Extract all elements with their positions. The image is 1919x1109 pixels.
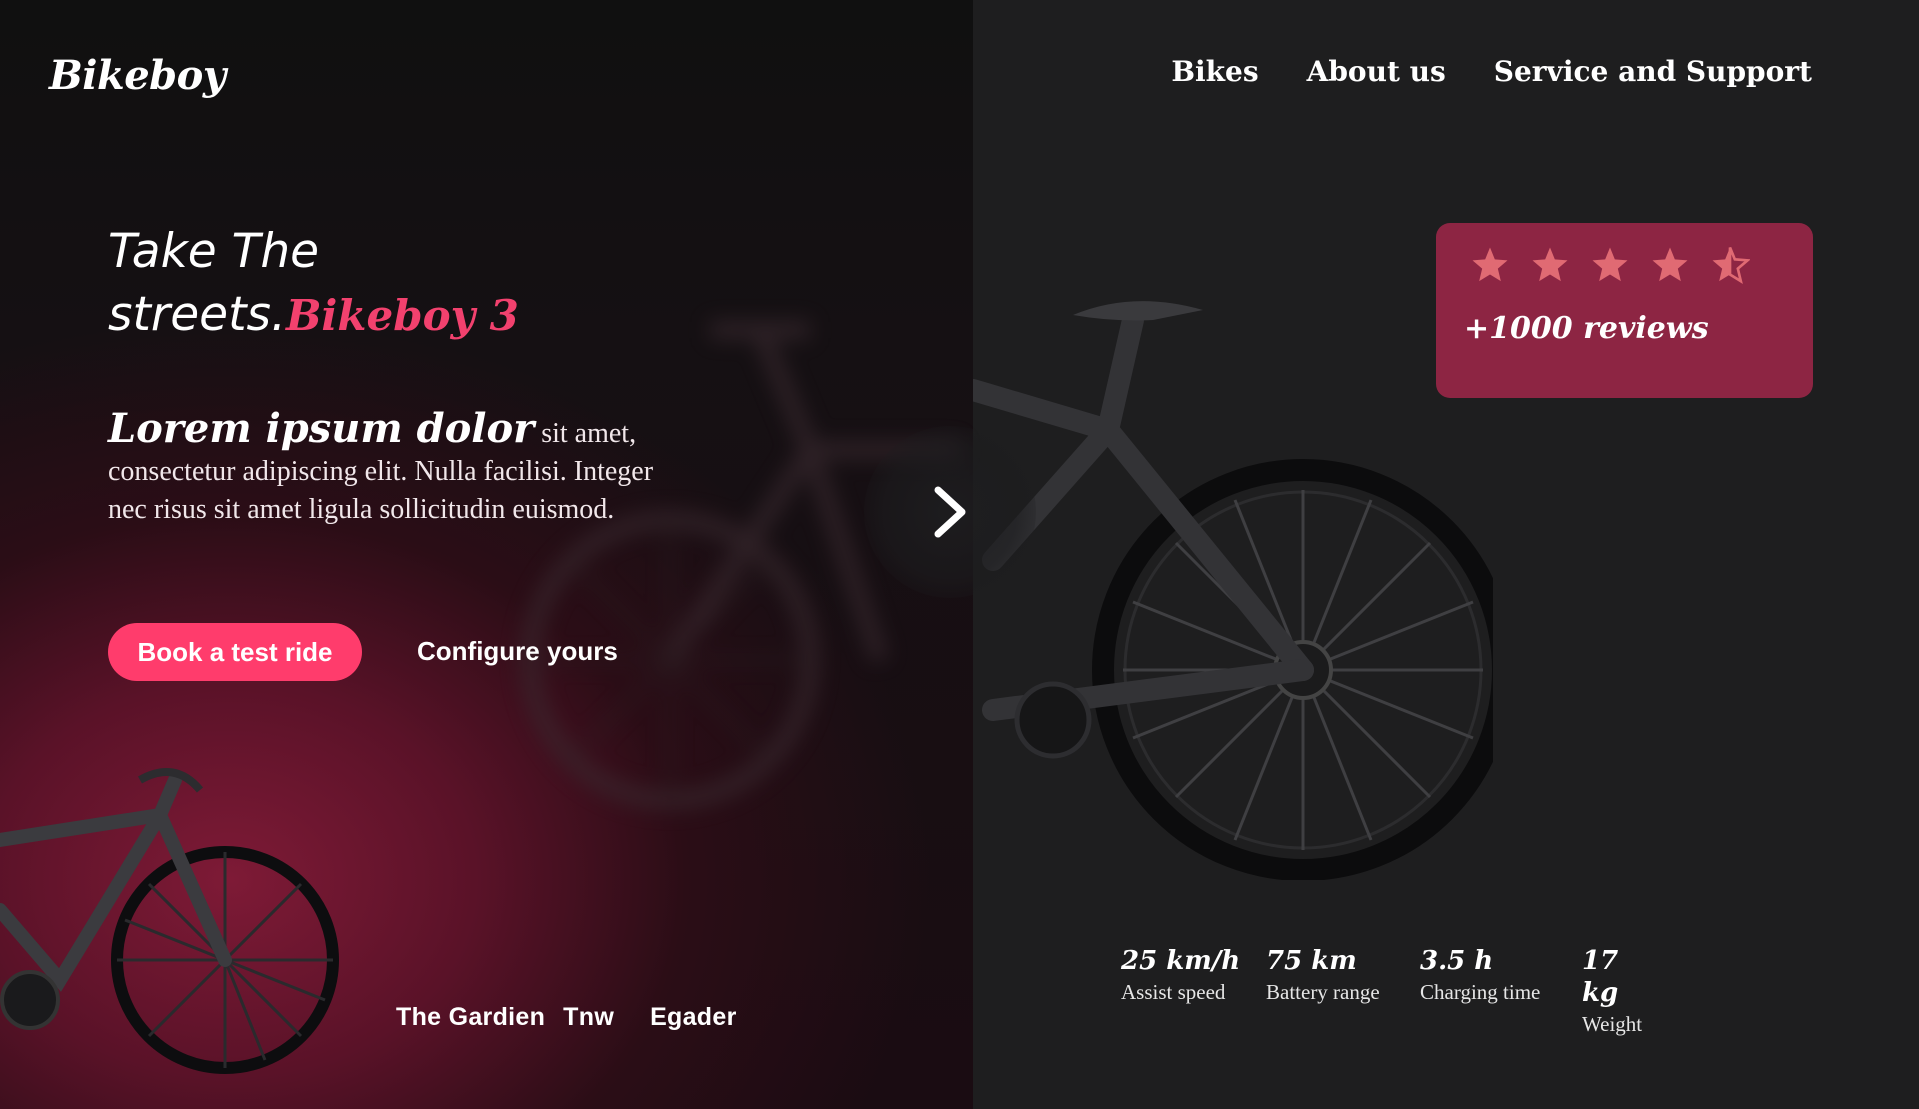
star-icon <box>1532 247 1568 282</box>
hero-description: Lorem ipsum dolor sit amet, consectetur … <box>108 409 688 529</box>
spec-label: Weight <box>1582 1012 1643 1036</box>
star-icon <box>1652 247 1688 282</box>
bike-specs: 25 km/h Assist speed 75 km Battery range… <box>1121 945 1662 1039</box>
nav-item-bikes[interactable]: Bikes <box>1171 55 1258 88</box>
spec-item: 25 km/h Assist speed <box>1121 945 1266 1039</box>
rating-stars <box>1470 245 1750 285</box>
headline-line-1: Take The <box>108 224 320 279</box>
star-icon <box>1592 247 1628 282</box>
spec-label: Charging time <box>1420 980 1541 1004</box>
description-strong: Lorem ipsum dolor <box>108 405 535 452</box>
spec-value: 17 kg <box>1582 946 1619 1008</box>
spec-item: 3.5 h Charging time <box>1420 945 1582 1039</box>
headline-accent: Bikeboy 3 <box>285 291 519 340</box>
next-slide-button[interactable] <box>864 426 1036 598</box>
partner-logo: Tnw <box>563 1003 615 1031</box>
half-star-icon <box>1712 246 1750 284</box>
partner-logos: The Gardien Tnw Egader <box>396 1003 737 1032</box>
spec-item: 75 km Battery range <box>1266 945 1420 1039</box>
spec-value: 3.5 h <box>1420 946 1494 976</box>
main-bike-image <box>973 301 1493 880</box>
spec-label: Assist speed <box>1121 980 1226 1004</box>
nav-item-service-support[interactable]: Service and Support <box>1494 55 1812 88</box>
book-test-ride-button[interactable]: Book a test ride <box>108 623 362 681</box>
rating-card: +1000 reviews <box>1436 223 1813 398</box>
partner-logo: Egader <box>650 1003 737 1031</box>
configure-yours-link[interactable]: Configure yours <box>417 636 618 667</box>
star-icon <box>1472 247 1508 282</box>
brand-logo[interactable]: Bikeboy <box>49 52 226 99</box>
small-bike-image <box>0 768 339 1074</box>
partner-logo: The Gardien <box>396 1003 546 1031</box>
spec-value: 75 km <box>1266 946 1357 976</box>
spec-item: 17 kg Weight <box>1582 945 1662 1039</box>
landing-page: Bikeboy Bikes About us Service and Suppo… <box>0 0 1919 1109</box>
spec-value: 25 km/h <box>1121 946 1241 976</box>
chevron-right-icon <box>934 486 966 538</box>
headline-line-2: streets. <box>108 287 286 342</box>
hero-headline: Take The streets.Bikeboy 3 <box>108 220 519 347</box>
reviews-count: +1000 reviews <box>1464 311 1709 346</box>
spec-label: Battery range <box>1266 980 1380 1004</box>
main-nav: Bikes About us Service and Support <box>1171 55 1812 88</box>
nav-item-about-us[interactable]: About us <box>1307 55 1446 88</box>
